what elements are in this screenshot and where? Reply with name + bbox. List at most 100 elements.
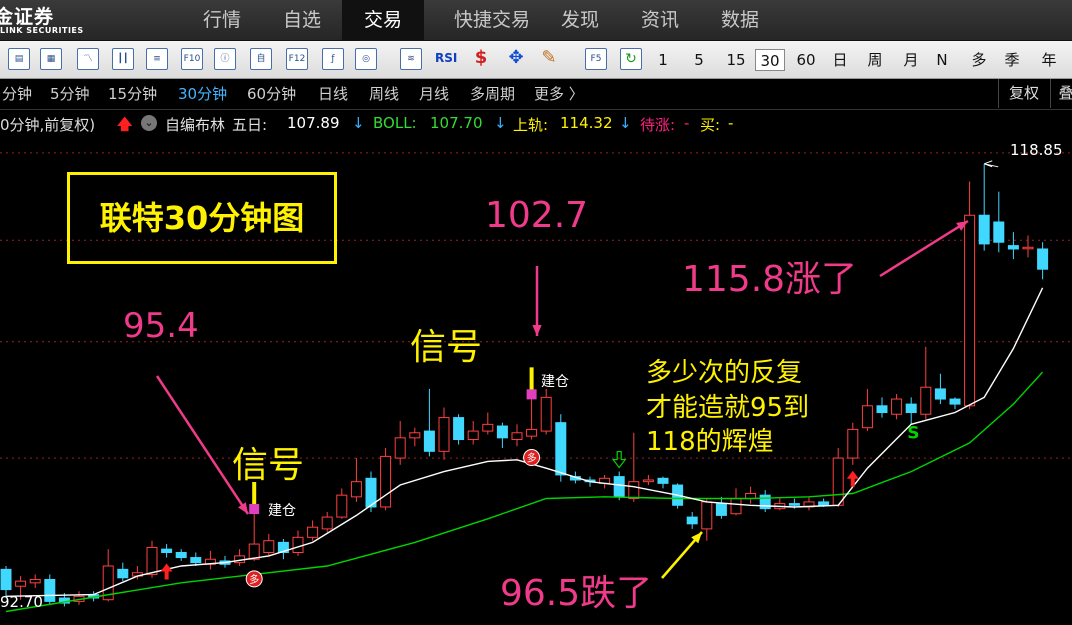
low-price-label: 92.70	[0, 593, 43, 611]
candle-body	[788, 503, 800, 506]
candlestick-icon[interactable]: ┃┃	[112, 48, 134, 70]
report-icon[interactable]: ≡	[146, 48, 168, 70]
logo: 金证券 LINK SECURITIES	[0, 2, 120, 38]
toolbar-period-2[interactable]: 15	[720, 49, 752, 71]
toolbar-period-11[interactable]: 年	[1035, 49, 1063, 71]
line-chart-icon[interactable]: 〽	[77, 48, 99, 70]
candle-body	[686, 516, 698, 525]
indicator-name[interactable]: 自编布林	[165, 114, 225, 135]
overlay-button[interactable]: 叠	[1050, 79, 1072, 108]
indicator-icon[interactable]: ≋	[400, 48, 422, 70]
toolbar-period-9[interactable]: 多	[965, 49, 993, 71]
sell-s-mark: S	[907, 423, 919, 443]
candle-body	[540, 396, 552, 432]
candle-body	[1022, 246, 1034, 250]
period-tab-5[interactable]: 日线	[318, 83, 348, 104]
candle-body	[292, 536, 304, 553]
candle-body	[190, 557, 202, 564]
nav-tab-2[interactable]: 交易	[342, 0, 424, 40]
period-tab-2[interactable]: 15分钟	[108, 83, 157, 104]
candle-body	[920, 386, 932, 415]
nav-tab-6[interactable]: 数据	[718, 0, 762, 40]
period-tab-8[interactable]: 多周期	[470, 83, 515, 104]
toolbar-period-8[interactable]: N	[930, 49, 954, 71]
period-tab-0[interactable]: 分钟	[2, 83, 32, 104]
f12-icon[interactable]: F12	[286, 48, 308, 70]
candle-body	[307, 526, 319, 538]
candle-body	[628, 481, 640, 500]
buy-arrow-icon	[160, 563, 173, 580]
nav-tab-4[interactable]: 发现	[558, 0, 602, 40]
period-tab-1[interactable]: 5分钟	[50, 83, 90, 104]
refresh-icon[interactable]: ↻	[620, 48, 642, 70]
period-tab-4[interactable]: 60分钟	[247, 83, 296, 104]
nav-tab-1[interactable]: 自选	[280, 0, 324, 40]
period-tab-6[interactable]: 周线	[369, 83, 399, 104]
down-arrow-icon: ↓	[352, 114, 365, 132]
candle-body	[1037, 248, 1049, 270]
price-label-96: 96.5跌了	[500, 573, 653, 614]
toolbar-period-10[interactable]: 季	[998, 49, 1026, 71]
indicator-info-bar: 0分钟,前复权) 🡅 ⌄ 自编布林 五日: 107.89 ↓ BOLL: 107…	[0, 110, 1072, 136]
candle-body	[818, 501, 830, 506]
high-pointer-line	[984, 160, 999, 168]
candle-body	[891, 398, 903, 415]
logo-text-cn: 金证券	[0, 6, 55, 28]
build-position-box	[526, 389, 537, 400]
table-icon[interactable]: ▦	[40, 48, 62, 70]
toolbar-period-1[interactable]: 5	[686, 49, 712, 71]
stock-list-icon[interactable]: ▤	[8, 48, 30, 70]
candle-body	[964, 214, 976, 407]
formula-icon[interactable]: ƒ	[322, 48, 344, 70]
toolbar-period-7[interactable]: 月	[896, 49, 926, 71]
f5-icon[interactable]: F5	[585, 48, 607, 70]
nav-tab-5[interactable]: 资讯	[638, 0, 682, 40]
nav-tab-0[interactable]: 行情	[200, 0, 244, 40]
toolbar-period-3[interactable]: 30	[755, 49, 785, 71]
rsi-icon[interactable]: RSI	[435, 48, 457, 70]
build-position-bar	[529, 367, 534, 392]
candle-body	[350, 481, 362, 498]
period-bar: 分钟 5分钟 15分钟 30分钟 60分钟 日线 周线 月线 多周期 更多 〉 复权 叠	[0, 79, 1072, 110]
dropdown-circle-icon[interactable]: ⌄	[141, 115, 157, 131]
candle-body	[949, 398, 961, 405]
fuquan-button[interactable]: 复权	[998, 79, 1049, 108]
move-icon[interactable]: ✥	[505, 48, 527, 70]
duo-label: 多	[249, 573, 259, 586]
high-price-label: 118.85	[1010, 141, 1063, 159]
signal-label-1: 信号	[232, 445, 305, 486]
down-arrow-icon: ↓	[494, 114, 507, 132]
dollar-icon[interactable]: $	[470, 48, 492, 70]
toolbar-period-4[interactable]: 60	[791, 49, 821, 71]
period-tab-7[interactable]: 月线	[419, 83, 449, 104]
draw-pencil-icon[interactable]: ✎	[538, 48, 560, 70]
candle-body	[15, 580, 27, 587]
candle-body	[876, 405, 888, 414]
self-select-icon[interactable]: 自	[250, 48, 272, 70]
toolbar-period-5[interactable]: 日	[826, 49, 854, 71]
candle-body	[701, 501, 713, 530]
candle-body	[613, 476, 625, 498]
candle-body	[1007, 245, 1019, 250]
wait-rise-value: -	[684, 114, 690, 132]
price-label-115: 115.8涨了	[682, 259, 858, 300]
toolbar-period-6[interactable]: 周	[860, 49, 890, 71]
nav-tab-3[interactable]: 快捷交易	[440, 0, 544, 40]
build-position-box	[249, 504, 260, 515]
info-icon[interactable]: ⓘ	[214, 48, 236, 70]
settings-icon[interactable]: ◎	[355, 48, 377, 70]
arrow-95-head	[238, 502, 248, 514]
wuri-value: 107.89	[287, 114, 340, 132]
toolbar-period-0[interactable]: 1	[650, 49, 676, 71]
period-tab-3[interactable]: 30分钟	[178, 83, 227, 104]
f10-icon[interactable]: F10	[181, 48, 203, 70]
wuri-label: 五日:	[232, 116, 268, 134]
candle-body	[263, 540, 275, 553]
candle-body	[657, 477, 669, 484]
candle-body	[978, 214, 990, 245]
sell-arrow-icon	[612, 450, 627, 469]
candle-body	[438, 417, 450, 452]
candle-body	[861, 405, 873, 429]
buy-arrow-icon	[846, 470, 859, 487]
period-tab-9[interactable]: 更多 〉	[534, 83, 584, 104]
